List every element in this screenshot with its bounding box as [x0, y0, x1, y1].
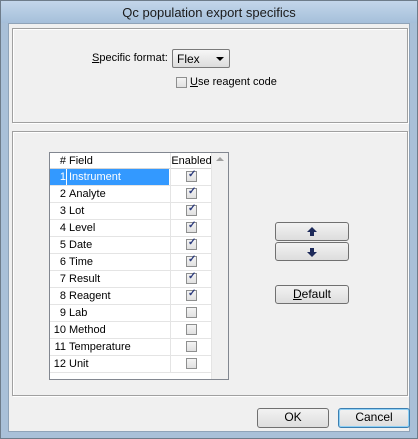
fields-panel: # Field Enabled 1Instrument2Analyte3Lot4… [12, 131, 408, 396]
row-field: Reagent [69, 290, 111, 302]
arrow-up-icon [307, 227, 317, 236]
row-field: Date [69, 239, 93, 251]
row-enabled-cell [170, 288, 212, 304]
table-row[interactable]: 2 Analyte [50, 186, 212, 203]
row-number: 9 [59, 307, 66, 319]
move-up-button[interactable] [275, 222, 349, 241]
enabled-checkbox[interactable] [186, 324, 197, 335]
row-enabled-cell [170, 271, 212, 287]
enabled-checkbox[interactable] [186, 288, 197, 301]
ok-button[interactable]: OK [257, 408, 329, 428]
arrow-down-icon [307, 248, 317, 257]
row-field: Time [69, 256, 94, 268]
row-field: Unit [69, 358, 89, 370]
window-title: Qc population export specifics [122, 5, 296, 20]
enabled-checkbox[interactable] [186, 307, 197, 318]
row-number: 4 [59, 222, 66, 234]
row-number: 1 [50, 169, 66, 185]
format-label: Specific format: [92, 52, 168, 64]
dialog-window: Qc population export specifics Specific … [0, 0, 418, 439]
enabled-checkbox[interactable] [186, 341, 197, 352]
chevron-down-icon [216, 57, 224, 61]
enabled-checkbox[interactable] [186, 203, 197, 216]
row-enabled-cell [170, 169, 212, 185]
row-enabled-cell [170, 322, 212, 338]
header-num: # [59, 155, 66, 167]
table-row[interactable]: 8 Reagent [50, 288, 212, 305]
row-enabled-cell [170, 186, 212, 202]
table-row[interactable]: 7 Result [50, 271, 212, 288]
table-row[interactable]: 1 Instrument [50, 169, 212, 186]
row-enabled-cell [170, 339, 212, 355]
row-enabled-cell [170, 254, 212, 270]
row-field: Result [69, 273, 101, 285]
row-enabled-cell [170, 237, 212, 253]
enabled-checkbox[interactable] [186, 254, 197, 267]
row-number: 11 [54, 341, 66, 353]
reagent-checkbox[interactable] [176, 77, 187, 88]
row-field: Method [69, 324, 106, 336]
scroll-up-icon[interactable] [216, 157, 224, 161]
row-field: Level [69, 222, 96, 234]
enabled-checkbox[interactable] [186, 186, 197, 199]
enabled-checkbox[interactable] [186, 169, 197, 182]
table-row[interactable]: 3 Lot [50, 203, 212, 220]
table-row[interactable]: 12 Unit [50, 356, 212, 373]
enabled-checkbox[interactable] [186, 271, 197, 284]
cancel-button[interactable]: Cancel [338, 408, 410, 428]
format-panel: Specific format: Flex Use reagent code [12, 28, 408, 123]
default-button[interactable]: Default [275, 285, 349, 304]
row-number: 6 [59, 256, 66, 268]
row-number: 3 [59, 205, 66, 217]
row-number: 8 [59, 290, 66, 302]
row-field: Lot [69, 205, 85, 217]
row-field: Temperature [69, 341, 131, 353]
table-row[interactable]: 5 Date [50, 237, 212, 254]
header-enabled: Enabled [170, 153, 212, 169]
fields-grid[interactable]: # Field Enabled 1Instrument2Analyte3Lot4… [49, 152, 229, 380]
row-enabled-cell [170, 220, 212, 236]
enabled-checkbox[interactable] [186, 358, 197, 369]
row-number: 10 [53, 324, 66, 336]
row-enabled-cell [170, 356, 212, 372]
table-row[interactable]: 10 Method [50, 322, 212, 339]
row-field: Analyte [69, 188, 106, 200]
row-field: Lab [69, 307, 88, 319]
dialog-client: Specific format: Flex Use reagent code #… [8, 23, 410, 432]
row-enabled-cell [170, 203, 212, 219]
format-select[interactable]: Flex [172, 49, 230, 68]
move-down-button[interactable] [275, 242, 349, 261]
row-number: 2 [59, 188, 66, 200]
row-field: Instrument [67, 169, 169, 185]
reagent-label: Use reagent code [190, 76, 277, 88]
row-enabled-cell [170, 305, 212, 321]
table-row[interactable]: 4 Level [50, 220, 212, 237]
enabled-checkbox[interactable] [186, 237, 197, 250]
table-row[interactable]: 9 Lab [50, 305, 212, 322]
row-number: 7 [59, 273, 66, 285]
enabled-checkbox[interactable] [186, 220, 197, 233]
row-number: 5 [59, 239, 66, 251]
table-row[interactable]: 11 Temperature [50, 339, 212, 356]
header-field: Field [69, 155, 93, 167]
title-bar[interactable]: Qc population export specifics [1, 1, 417, 23]
row-number: 12 [53, 358, 66, 370]
format-value: Flex [177, 52, 200, 66]
grid-scrollbar[interactable] [211, 153, 228, 379]
table-row[interactable]: 6 Time [50, 254, 212, 271]
grid-header: # Field Enabled [50, 153, 212, 169]
